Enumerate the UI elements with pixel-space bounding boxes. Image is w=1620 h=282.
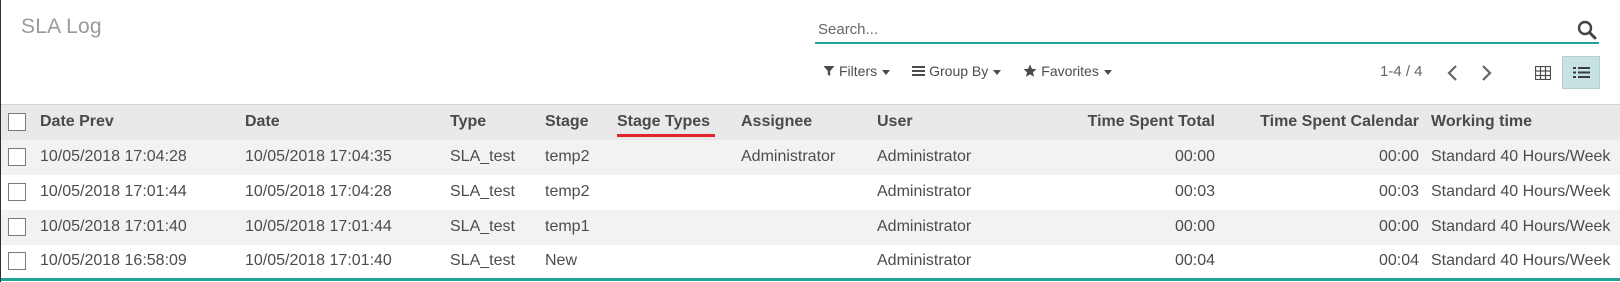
chevron-right-icon[interactable] [1476,63,1496,83]
favorites-dropdown[interactable]: Favorites [1023,63,1112,79]
cell-working-time: Standard 40 Hours/Week [1431,183,1611,200]
group-by-dropdown[interactable]: Group By [912,63,1002,79]
bars-icon [912,66,926,76]
caret-down-icon [1103,69,1112,75]
column-header-user[interactable]: User [877,105,1015,140]
cell-date: 10/05/2018 17:04:35 [245,148,392,165]
row-select-cell [1,175,40,210]
cell-stage: temp1 [545,218,590,235]
filters-label: Filters [839,63,878,79]
cell-stage-types [617,175,741,210]
filters-dropdown[interactable]: Filters [823,63,891,79]
caret-down-icon [993,69,1002,75]
sla-log-table: Date Prev Date Type Stage Stage Types As… [1,104,1620,281]
cell-user: Administrator [877,252,972,270]
cell-time-spent-total: 00:04 [1174,252,1215,270]
column-header-assignee[interactable]: Assignee [741,105,877,140]
column-header-date-prev[interactable]: Date Prev [40,105,245,140]
cell-stage: New [545,252,578,270]
row-select-cell [1,140,40,175]
table-row[interactable]: 10/05/2018 17:04:28 10/05/2018 17:04:35 … [1,139,1620,175]
table-row[interactable]: 10/05/2018 17:01:44 10/05/2018 17:04:28 … [1,174,1620,210]
page-title: SLA Log [21,15,102,38]
cell-user: Administrator [877,148,972,165]
list-view-button[interactable] [1562,56,1600,89]
cell-date-prev: 10/05/2018 17:01:44 [40,183,187,200]
column-header-stage-types-cell[interactable]: Stage Types [617,105,741,140]
pager-value[interactable]: 1-4 / 4 [1380,63,1423,80]
list-icon [1572,67,1590,78]
cell-time-spent-calendar: 00:00 [1378,148,1419,165]
row-checkbox[interactable] [8,217,26,236]
group-by-label: Group By [929,63,989,79]
kanban-view-button[interactable] [1524,56,1562,89]
chevron-left-icon[interactable] [1443,63,1463,83]
cell-time-spent-total: 00:00 [1174,148,1215,165]
column-header-date[interactable]: Date [245,105,450,140]
select-all-cell [1,105,40,140]
search-input[interactable] [818,17,1518,41]
caret-down-icon [882,69,891,75]
table-header-row: Date Prev Date Type Stage Stage Types As… [1,104,1620,140]
column-header-type[interactable]: Type [450,105,545,140]
cell-assignee [741,175,877,210]
column-header-working-time[interactable]: Working time [1419,105,1620,140]
cell-type: SLA_test [450,218,515,235]
cell-stage: temp2 [545,148,590,165]
filter-icon [823,66,835,76]
row-select-cell [1,245,40,280]
cell-time-spent-total: 00:03 [1174,183,1215,200]
cell-type: SLA_test [450,252,515,270]
cell-type: SLA_test [450,183,515,200]
cell-user: Administrator [877,183,972,200]
cell-date-prev: 10/05/2018 16:58:09 [40,252,187,270]
star-icon [1023,64,1037,77]
cell-time-spent-calendar: 00:03 [1378,183,1419,200]
column-header-stage[interactable]: Stage [545,105,617,140]
cell-date-prev: 10/05/2018 17:01:40 [40,218,187,235]
favorites-label: Favorites [1041,63,1099,79]
column-header-time-spent-total[interactable]: Time Spent Total [1015,105,1215,140]
search-icon[interactable] [1577,20,1597,40]
column-header-stage-types: Stage Types [617,113,716,138]
cell-stage-types [617,245,741,280]
cell-assignee: Administrator [741,148,836,165]
cell-type: SLA_test [450,148,515,165]
cell-date: 10/05/2018 17:04:28 [245,183,392,200]
cell-working-time: Standard 40 Hours/Week [1431,252,1611,270]
cell-date: 10/05/2018 17:01:44 [245,218,392,235]
cell-time-spent-calendar: 00:04 [1378,252,1419,270]
table-row[interactable]: 10/05/2018 16:58:09 10/05/2018 17:01:40 … [1,244,1620,280]
search-bar [815,17,1599,44]
cell-stage-types [617,140,741,175]
cell-date: 10/05/2018 17:01:40 [245,252,392,270]
cell-date-prev: 10/05/2018 17:04:28 [40,148,187,165]
select-all-checkbox[interactable] [8,113,26,132]
cell-time-spent-calendar: 00:00 [1378,218,1419,235]
row-checkbox[interactable] [8,252,26,271]
column-header-stage-types-label: Stage Types [617,113,711,131]
cell-assignee [741,210,877,245]
sla-log-view: SLA Log Filters Group By [0,0,1620,282]
search-options: Filters Group By Favorites [823,63,1134,79]
cell-user: Administrator [877,218,972,235]
cell-assignee [741,245,877,280]
row-checkbox[interactable] [8,182,26,201]
grid-icon [1535,65,1551,80]
cell-working-time: Standard 40 Hours/Week [1431,218,1611,235]
row-checkbox[interactable] [8,147,26,166]
cell-stage: temp2 [545,183,590,200]
cell-working-time: Standard 40 Hours/Week [1431,148,1611,165]
cell-time-spent-total: 00:00 [1174,218,1215,235]
column-header-time-spent-calendar[interactable]: Time Spent Calendar [1215,105,1419,140]
table-row[interactable]: 10/05/2018 17:01:40 10/05/2018 17:01:44 … [1,209,1620,245]
sort-indicator [617,134,716,138]
cell-stage-types [617,210,741,245]
row-select-cell [1,210,40,245]
